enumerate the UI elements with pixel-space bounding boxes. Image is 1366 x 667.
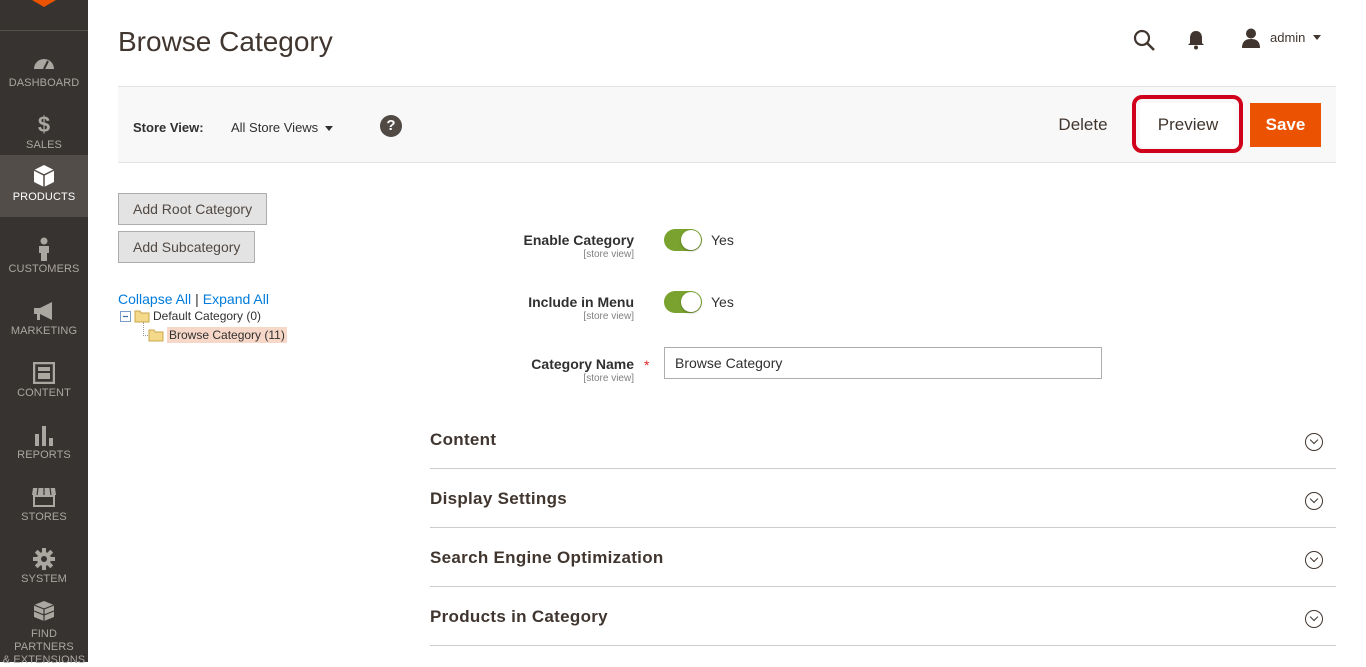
sidebar-item-reports[interactable]: REPORTS [0,410,88,472]
collapse-toggle-icon[interactable] [120,310,131,322]
add-root-category-button[interactable]: Add Root Category [118,193,268,225]
sidebar-item-label: MARKETING [10,325,78,337]
help-icon[interactable]: ? [380,115,402,137]
sidebar-divider [0,30,88,31]
chevron-down-icon[interactable] [1305,551,1323,569]
person-icon [0,237,88,261]
section-content[interactable]: Content [430,410,1336,469]
collapse-all-link[interactable]: Collapse All [118,291,191,307]
blocks-icon [0,600,88,622]
page-actions-bar: Store View: All Store Views ? Delete Pre… [118,86,1336,163]
section-title: Content [430,430,497,449]
section-title: Products in Category [430,607,608,626]
user-avatar-icon[interactable] [1240,27,1262,49]
chevron-down-icon[interactable] [1305,433,1323,451]
enable-category-toggle[interactable] [664,229,702,251]
expand-all-link[interactable]: Expand All [203,291,269,307]
include-in-menu-label: Include in Menu [528,294,634,310]
chevron-down-icon[interactable] [1305,492,1323,510]
store-view-label: Store View: [133,120,204,135]
folder-icon [134,310,150,323]
save-button[interactable]: Save [1250,103,1321,147]
enable-category-value: Yes [711,232,734,248]
section-seo[interactable]: Search Engine Optimization [430,528,1336,587]
delete-button[interactable]: Delete [1042,103,1124,147]
sidebar-item-system[interactable]: SYSTEM [0,534,88,596]
add-subcategory-button[interactable]: Add Subcategory [118,231,256,263]
category-name-label: Category Name [531,356,634,372]
sidebar-item-label: CONTENT [17,387,71,399]
sidebar-item-label: PRODUCTS [12,191,76,203]
sidebar-item-products[interactable]: PRODUCTS [0,155,88,217]
storefront-icon [0,486,88,508]
folder-icon [148,329,164,342]
section-products-in-category[interactable]: Products in Category [430,587,1336,646]
sidebar-item-label: STORES [21,511,67,523]
sidebar-item-find-partners[interactable]: FIND PARTNERS & EXTENSIONS [0,596,88,666]
category-name-input[interactable] [664,347,1102,379]
bar-chart-icon [0,424,88,446]
chevron-down-icon[interactable] [1305,610,1323,628]
section-display-settings[interactable]: Display Settings [430,469,1336,528]
tree-node-label: Browse Category (11) [167,327,287,343]
sidebar-item-label: SALES [26,139,62,151]
sidebar-item-customers[interactable]: CUSTOMERS [0,224,88,286]
dashboard-icon [0,52,88,74]
admin-username[interactable]: admin [1270,30,1305,45]
category-name-scope: [store view] [583,373,634,384]
sidebar-item-label: REPORTS [17,449,71,461]
toggle-knob [681,292,701,312]
section-title: Search Engine Optimization [430,548,664,567]
link-separator: | [195,291,199,307]
sidebar-item-label-line2: & EXTENSIONS [2,654,86,666]
tree-node-browse-category[interactable]: Browse Category (11) [148,327,287,343]
tree-controls: Collapse All | Expand All [118,291,269,307]
include-in-menu-toggle[interactable] [664,291,702,313]
required-asterisk: * [644,357,650,373]
layout-icon [0,362,88,384]
store-view-switcher[interactable]: All Store Views [231,120,318,135]
megaphone-icon [0,300,88,322]
gear-icon [0,548,88,570]
section-title: Display Settings [430,489,568,508]
page-title: Browse Category [118,26,333,57]
bell-icon[interactable] [1186,29,1206,51]
sidebar-item-sales[interactable]: $ SALES [0,100,88,162]
include-in-menu-value: Yes [711,294,734,310]
admin-sidebar: DASHBOARD $ SALES PRODUCTS CUSTOMERS MAR… [0,0,88,666]
sidebar-item-content[interactable]: CONTENT [0,348,88,410]
chevron-down-icon[interactable] [1313,35,1321,40]
search-icon[interactable] [1132,28,1156,52]
preview-button[interactable]: Preview [1140,103,1236,147]
chevron-down-icon[interactable] [325,126,333,131]
tree-node-label: Default Category (0) [153,309,262,323]
box-icon [0,165,88,187]
include-in-menu-scope: [store view] [583,311,634,322]
dollar-icon: $ [37,112,51,137]
sidebar-item-dashboard[interactable]: DASHBOARD [0,38,88,100]
sidebar-item-label: SYSTEM [21,573,67,585]
sidebar-item-label: FIND PARTNERS & EXTENSIONS [0,628,88,667]
sidebar-item-label: CUSTOMERS [8,263,80,275]
enable-category-label: Enable Category [523,232,634,248]
toggle-knob [681,230,701,250]
sidebar-item-stores[interactable]: STORES [0,472,88,534]
sidebar-item-label-line1: FIND PARTNERS [14,628,74,653]
sidebar-item-label: DASHBOARD [8,77,80,89]
magento-logo-icon[interactable] [30,0,58,8]
tree-node-default-category[interactable]: Default Category (0) [120,309,261,323]
enable-category-scope: [store view] [583,249,634,260]
sidebar-item-marketing[interactable]: MARKETING [0,286,88,348]
